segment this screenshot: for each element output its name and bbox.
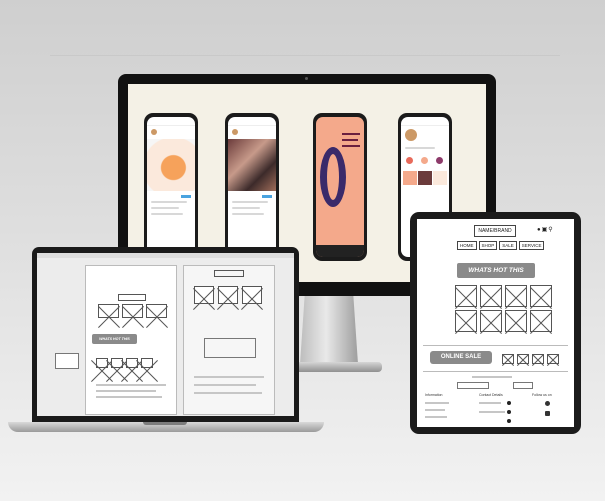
laptop: WHATS HOT THIS SEASON !: [32, 247, 299, 422]
phone-mockup-1: [144, 113, 198, 261]
subscribe-button[interactable]: [513, 382, 533, 389]
product-placeholder[interactable]: [530, 285, 552, 307]
product-placeholder[interactable]: [530, 310, 552, 332]
laptop-screen: WHATS HOT THIS SEASON !: [37, 253, 294, 416]
sale-item[interactable]: [547, 354, 559, 364]
nav-home[interactable]: HOME: [457, 241, 477, 250]
sale-item[interactable]: [517, 354, 529, 364]
nav-shop[interactable]: SHOP: [478, 241, 498, 250]
divider: [423, 345, 568, 346]
footer-info-heading: Information: [425, 393, 443, 397]
product-placeholder[interactable]: [505, 285, 527, 307]
header-icons: ●▣⚲: [537, 226, 554, 233]
product-grid: [455, 285, 552, 332]
product-placeholder[interactable]: [480, 310, 502, 332]
nav-sale[interactable]: SALE: [499, 241, 517, 250]
laptop-toolbar: [37, 253, 294, 258]
location-icon: [507, 419, 511, 423]
search-icon[interactable]: ⚲: [548, 227, 553, 233]
phone-icon: [507, 401, 511, 405]
brand-box: NAME/BRAND: [474, 225, 516, 237]
tablet-screen: NAME/BRAND ●▣⚲ HOME SHOP SALE SERVICE WH…: [417, 219, 574, 427]
annotation-note: [55, 353, 79, 369]
mail-icon: [507, 410, 511, 414]
season-banner: WHATS HOT THIS SEASON !: [457, 263, 535, 289]
email-input[interactable]: [457, 382, 489, 389]
camera-dot: [305, 77, 308, 80]
online-sale-banner[interactable]: ONLINE SALE: [430, 351, 492, 364]
tablet-nav: HOME SHOP SALE SERVICE: [457, 241, 545, 250]
wireframe-panel-right: [183, 265, 275, 415]
product-placeholder[interactable]: [455, 285, 477, 307]
laptop-banner: WHATS HOT THIS SEASON !: [92, 334, 137, 351]
wireframe-panel-left: WHATS HOT THIS SEASON !: [85, 265, 177, 415]
footer-contact-heading: Contact Details: [479, 393, 503, 397]
sale-item[interactable]: [502, 354, 514, 364]
laptop-notch: [143, 422, 187, 425]
phone-mockup-3: [313, 113, 367, 261]
phone-mockup-2: [225, 113, 279, 261]
nav-service[interactable]: SERVICE: [518, 241, 545, 250]
sale-item[interactable]: [532, 354, 544, 364]
instagram-icon[interactable]: [545, 401, 550, 406]
footer-follow-heading: Follow us on: [532, 393, 552, 397]
product-placeholder[interactable]: [455, 310, 477, 332]
tablet: NAME/BRAND ●▣⚲ HOME SHOP SALE SERVICE WH…: [410, 212, 581, 434]
facebook-icon[interactable]: [545, 411, 550, 416]
monitor-stand: [300, 296, 358, 364]
guide-line: [50, 55, 560, 56]
text-line: [472, 376, 512, 378]
product-placeholder[interactable]: [505, 310, 527, 332]
divider: [423, 371, 568, 372]
product-placeholder[interactable]: [480, 285, 502, 307]
sale-grid: [502, 354, 559, 364]
